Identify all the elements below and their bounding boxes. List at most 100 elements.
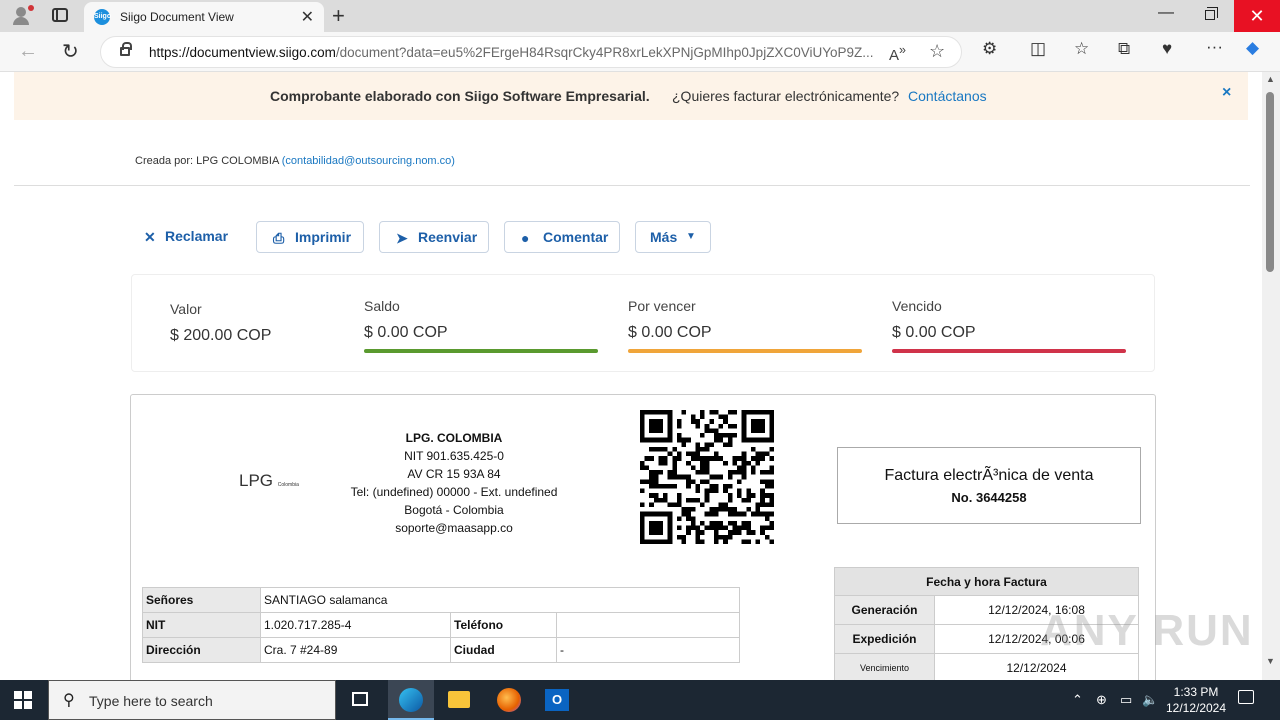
outlook-icon[interactable]: O <box>534 680 580 720</box>
firefox-icon[interactable] <box>486 680 532 720</box>
show-hidden-icons-icon[interactable]: ⌃ <box>1072 692 1083 708</box>
file-explorer-icon[interactable] <box>436 680 482 720</box>
copilot-icon[interactable]: ◆ <box>1246 38 1259 58</box>
nit-label: NIT <box>142 612 261 638</box>
vencido-bar <box>892 349 1126 353</box>
search-placeholder: Type here to search <box>89 693 213 709</box>
network-vpn-icon[interactable]: ⊕ <box>1096 692 1107 708</box>
saldo-amount: $ 0.00 COP <box>364 324 448 341</box>
vencimiento-value: 12/12/2024 <box>934 653 1139 680</box>
table-row: Vencimiento 12/12/2024 <box>834 653 1139 680</box>
browser-essentials-icon[interactable]: ♥ <box>1162 39 1172 59</box>
network-icon[interactable]: ▭ <box>1120 692 1132 708</box>
comentar-button[interactable]: ● Comentar <box>504 221 620 253</box>
scroll-down-icon[interactable]: ▼ <box>1266 656 1275 666</box>
direccion-label: Dirección <box>142 637 261 663</box>
new-tab-icon[interactable]: + <box>332 3 345 29</box>
tab-siigo[interactable]: Siigo Siigo Document View ✕ <box>84 2 324 32</box>
tab-title: Siigo Document View <box>120 10 234 24</box>
tab-actions-icon[interactable] <box>52 8 68 22</box>
document-type: Factura electrÃ³nica de venta <box>884 467 1094 484</box>
taskbar-search[interactable]: ⚲ Type here to search <box>48 680 336 720</box>
profile-icon[interactable] <box>10 5 34 27</box>
restore-icon[interactable] <box>1205 7 1218 20</box>
company-address: AV CR 15 93A 84 <box>407 467 501 481</box>
clock-date: 12/12/2024 <box>1165 701 1227 715</box>
read-aloud-icon[interactable]: A» <box>889 43 906 64</box>
scroll-thumb[interactable] <box>1266 92 1274 272</box>
vencido-label: Vencido <box>892 298 942 314</box>
company-city: Bogotá - Colombia <box>404 503 504 517</box>
client-table: Señores SANTIAGO salamanca NIT 1.020.717… <box>142 587 740 663</box>
tab-close-icon[interactable]: ✕ <box>301 7 314 27</box>
generacion-label: Generación <box>834 595 935 625</box>
creator-email[interactable]: (contabilidad@outsourcing.nom.co) <box>282 155 455 167</box>
saldo-label: Saldo <box>364 298 400 314</box>
valor-amount: $ 200.00 COP <box>170 327 272 344</box>
windows-start-icon[interactable] <box>14 691 32 709</box>
imprimir-button[interactable]: ⎙ Imprimir <box>256 221 364 253</box>
clock[interactable]: 1:33 PM 12/12/2024 <box>1162 684 1230 716</box>
url-text[interactable]: https://documentview.siigo.com/document?… <box>149 45 889 60</box>
page-content: Comprobante elaborado con Siigo Software… <box>0 72 1262 680</box>
document-title-box: Factura electrÃ³nica de venta No. 364425… <box>837 447 1141 524</box>
address-toolbar: ← ↻ https://documentview.siigo.com/docum… <box>0 32 1280 72</box>
vencido-amount: $ 0.00 COP <box>892 324 976 341</box>
mas-dropdown-button[interactable]: Más ▼ <box>635 221 711 253</box>
notifications-icon[interactable] <box>1238 690 1254 704</box>
promo-banner: Comprobante elaborado con Siigo Software… <box>14 72 1248 120</box>
imprimir-label: Imprimir <box>295 229 352 245</box>
reclamar-label: Reclamar <box>165 228 229 244</box>
table-row: Dirección Cra. 7 #24-89 Ciudad - <box>142 637 740 663</box>
volume-icon[interactable]: 🔈 <box>1142 692 1158 708</box>
direccion-value: Cra. 7 #24-89 <box>260 637 451 663</box>
address-bar[interactable]: https://documentview.siigo.com/document?… <box>100 36 962 68</box>
minimize-icon[interactable]: — <box>1158 4 1174 22</box>
senores-value: SANTIAGO salamanca <box>260 587 740 613</box>
close-window-icon[interactable]: ✕ <box>1234 0 1280 32</box>
search-icon: ⚲ <box>63 692 75 709</box>
refresh-icon[interactable]: ↻ <box>62 39 79 64</box>
extensions-icon[interactable]: ⚙ <box>982 39 997 59</box>
clock-time: 1:33 PM <box>1173 685 1219 699</box>
scroll-up-icon[interactable]: ▲ <box>1266 74 1275 84</box>
creator-line: Creada por: LPG COLOMBIA (contabilidad@o… <box>135 155 455 167</box>
edge-taskbar-icon[interactable] <box>388 680 434 720</box>
table-row: Fecha y hora Factura <box>834 567 1139 596</box>
favorite-star-icon[interactable]: ☆ <box>929 41 945 62</box>
task-view-icon[interactable] <box>338 680 384 720</box>
balance-summary: Valor $ 200.00 COP Saldo $ 0.00 COP Por … <box>131 274 1155 372</box>
comment-icon: ● <box>521 230 530 246</box>
banner-close-icon[interactable]: × <box>1222 84 1231 102</box>
ciudad-label: Ciudad <box>450 637 557 663</box>
senores-label: Señores <box>142 587 261 613</box>
expedicion-label: Expedición <box>834 624 935 654</box>
reenviar-button[interactable]: ➤ Reenviar <box>379 221 489 253</box>
valor-label: Valor <box>170 301 202 317</box>
settings-more-icon[interactable]: ··· <box>1206 37 1223 57</box>
back-icon[interactable]: ← <box>18 40 38 63</box>
invoice-document: LPG Colombia LPG. COLOMBIA NIT 901.635.4… <box>130 394 1156 680</box>
document-number: No. 3644258 <box>951 490 1027 505</box>
collections-icon[interactable]: ⧉ <box>1118 39 1130 59</box>
lock-icon[interactable] <box>120 42 132 56</box>
reenviar-label: Reenviar <box>418 229 478 245</box>
anyrun-watermark: ANY RUN <box>1040 606 1254 655</box>
vertical-scrollbar[interactable]: ▲ ▼ <box>1262 72 1280 680</box>
company-logo: LPG Colombia <box>239 471 299 490</box>
saldo-bar <box>364 349 598 353</box>
reclamar-button[interactable]: ✕ Reclamar <box>130 221 240 253</box>
split-screen-icon[interactable]: ◫ <box>1030 39 1046 59</box>
dates-header: Fecha y hora Factura <box>834 567 1139 596</box>
company-email: soporte@maasapp.co <box>395 521 513 535</box>
banner-text: Comprobante elaborado con Siigo Software… <box>270 88 650 104</box>
por-vencer-amount: $ 0.00 COP <box>628 324 712 341</box>
company-info: LPG. COLOMBIA NIT 901.635.425-0 AV CR 15… <box>331 429 577 537</box>
paper-plane-icon: ➤ <box>396 230 408 246</box>
printer-icon: ⎙ <box>273 230 285 246</box>
contact-link[interactable]: Contáctanos <box>908 88 987 104</box>
banner-question: ¿Quieres facturar electrónicamente? <box>672 88 900 104</box>
qr-code <box>640 410 774 544</box>
browser-title-bar: Siigo Siigo Document View ✕ + — ✕ <box>0 0 1280 32</box>
favorites-icon[interactable]: ☆ <box>1074 39 1089 59</box>
